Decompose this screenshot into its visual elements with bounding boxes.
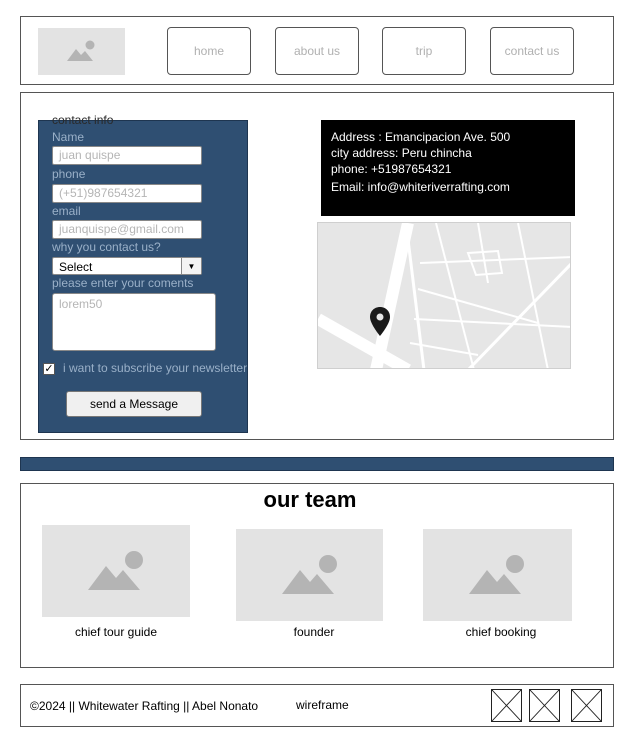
- address-line: Address : Emancipacion Ave. 500: [331, 130, 511, 144]
- logo-placeholder[interactable]: [38, 28, 125, 75]
- reason-label: why you contact us?: [52, 240, 161, 254]
- reason-select-value: Select: [59, 260, 93, 274]
- name-input[interactable]: juan quispe: [52, 146, 202, 165]
- image-placeholder-icon: [469, 555, 524, 594]
- image-placeholder-icon: [88, 551, 143, 590]
- divider-bar: [20, 457, 614, 471]
- map[interactable]: [317, 222, 571, 369]
- footer-note: wireframe: [296, 698, 349, 712]
- nav-home-button[interactable]: home: [167, 27, 251, 75]
- team-caption: chief tour guide: [74, 625, 158, 639]
- nav-about-button[interactable]: about us: [275, 27, 359, 75]
- contact-form: Name juan quispe phone (+51)987654321 em…: [38, 120, 248, 433]
- city-line: city address: Peru chincha: [331, 146, 472, 160]
- address-card: Address : Emancipacion Ave. 500 city add…: [321, 120, 575, 216]
- placeholder-icon[interactable]: [571, 689, 602, 722]
- image-placeholder-icon: [282, 555, 337, 594]
- image-placeholder-icon: [67, 40, 95, 61]
- phone-label: phone: [52, 167, 86, 181]
- send-message-button[interactable]: send a Message: [66, 391, 202, 417]
- team-photo: [423, 529, 572, 621]
- team-section: our team chief tour guide founder chief …: [20, 483, 614, 668]
- team-title: our team: [263, 487, 357, 512]
- contact-form-title: contact info: [52, 113, 114, 127]
- nav-contact-button[interactable]: contact us: [490, 27, 574, 75]
- placeholder-icon[interactable]: [529, 689, 560, 722]
- team-caption: founder: [293, 625, 335, 639]
- map-pin-icon[interactable]: [369, 306, 391, 338]
- team-caption: chief booking: [465, 625, 537, 639]
- phone-line: phone: +51987654321: [331, 162, 452, 176]
- chevron-down-icon[interactable]: ▼: [181, 258, 201, 274]
- comments-textarea[interactable]: lorem50: [52, 293, 216, 351]
- team-photo: [236, 529, 383, 621]
- newsletter-checkbox[interactable]: ✓: [43, 363, 55, 375]
- reason-select[interactable]: Select ▼: [52, 257, 202, 275]
- checkmark-icon: ✓: [44, 363, 54, 375]
- map-streets: [318, 223, 570, 368]
- placeholder-icon[interactable]: [491, 689, 522, 722]
- email-input[interactable]: juanquispe@gmail.com: [52, 220, 202, 239]
- email-label: email: [52, 204, 81, 218]
- nav-trip-button[interactable]: trip: [382, 27, 466, 75]
- phone-input[interactable]: (+51)987654321: [52, 184, 202, 203]
- team-photo: [42, 525, 190, 617]
- header: home about us trip contact us: [20, 16, 614, 85]
- comments-label: please enter your coments: [52, 276, 194, 290]
- copyright-text: ©2024 || Whitewater Rafting || Abel Nona…: [30, 699, 259, 713]
- name-label: Name: [52, 130, 85, 144]
- footer: ©2024 || Whitewater Rafting || Abel Nona…: [20, 684, 614, 727]
- contact-section: Name juan quispe phone (+51)987654321 em…: [20, 92, 614, 440]
- email-line: Email: info@whiteriverrafting.com: [331, 180, 510, 194]
- newsletter-label: i want to subscribe your newsletter: [63, 361, 248, 375]
